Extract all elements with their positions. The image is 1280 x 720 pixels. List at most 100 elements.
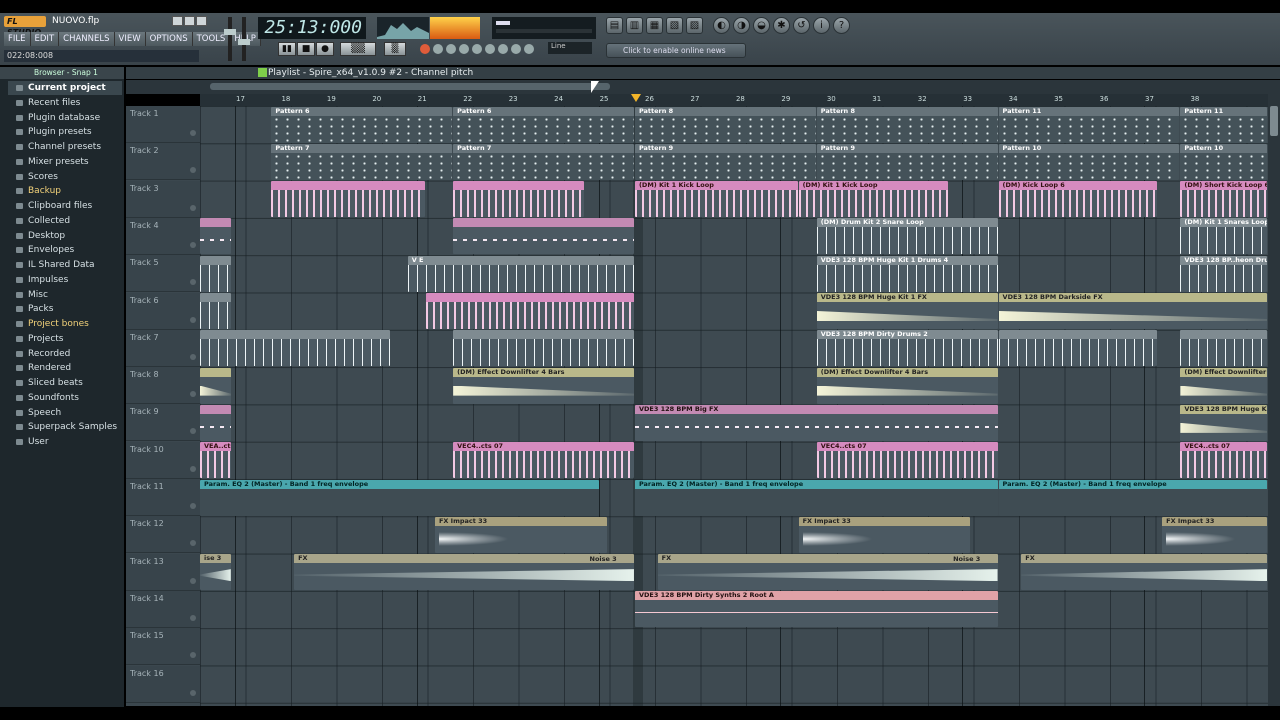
pause-button[interactable]: ▮▮ (278, 42, 296, 56)
playlist-clip[interactable] (200, 255, 231, 292)
playlist-clip[interactable]: VDE3 128 BPM Darkside FX (998, 293, 1267, 329)
track-header[interactable]: Track 16 (126, 665, 200, 703)
playlist-clip[interactable]: VEA..cts 07 (200, 442, 231, 479)
h-scroll-thumb[interactable] (210, 83, 610, 90)
playlist-clip[interactable]: (DM) Kit 1 Kick Loop (798, 181, 948, 218)
track-header[interactable]: Track 14 (126, 590, 200, 628)
playlist-clip[interactable]: VDE3 128 BPM Big FX (634, 404, 998, 441)
browser-item[interactable]: Clipboard files (8, 199, 122, 213)
track-header[interactable]: Track 12 (126, 516, 200, 554)
playlist-icon[interactable]: ▤ (606, 17, 623, 34)
playlist-clip[interactable]: FX Impact 33 (434, 516, 607, 553)
loop-icon[interactable] (446, 44, 456, 54)
track-grip-icon[interactable] (190, 316, 196, 323)
step-icon[interactable] (485, 44, 495, 54)
playlist-clip[interactable]: (DM) Drum Kit 2 Snare Loop (816, 218, 998, 255)
playlist-clip[interactable] (271, 181, 425, 218)
playlist-clip[interactable]: VDE3 128 BPM Dirty Drums 2 (816, 330, 998, 367)
track-header[interactable]: Track 8 (126, 367, 200, 405)
menu-view[interactable]: VIEW (114, 32, 146, 46)
playlist-clip[interactable]: Pattern 10 (1180, 143, 1267, 180)
song-time-display[interactable]: 25:13:000 (258, 17, 366, 39)
playlist-clip[interactable]: Pattern 8 (634, 106, 816, 143)
playlist-clip[interactable]: Pattern 9 (634, 143, 816, 180)
playlist-clip[interactable]: Pattern 7 (271, 143, 453, 180)
browser-item[interactable]: Misc (8, 288, 122, 302)
track-header[interactable]: Track 5 (126, 255, 200, 293)
browser-item[interactable]: Superpack Samples (8, 420, 122, 434)
maximize-button[interactable] (184, 16, 195, 26)
track-header[interactable]: Track 2 (126, 143, 200, 181)
track-grip-icon[interactable] (190, 279, 196, 286)
playlist-clip[interactable]: VDE3 128 BPM Huge Kit 1 FX (816, 293, 998, 329)
record-button[interactable]: ● (316, 42, 334, 56)
playlist-clip[interactable] (200, 330, 390, 367)
track-grip-icon[interactable] (190, 130, 196, 136)
browser-item[interactable]: Mixer presets (8, 155, 122, 169)
browser-item[interactable]: Backup (8, 184, 122, 198)
playlist-clip[interactable]: Pattern 9 (816, 143, 998, 180)
playlist-clip[interactable] (1180, 330, 1267, 367)
main-volume-slider[interactable] (224, 17, 236, 61)
browser-item[interactable]: Impulses (8, 273, 122, 287)
playlist-clip[interactable]: Param. EQ 2 (Master) - Band 1 freq envel… (200, 479, 599, 516)
playlist-clip[interactable]: V E (407, 255, 634, 292)
minimize-button[interactable] (172, 16, 183, 26)
browser-item[interactable]: Speech (8, 406, 122, 420)
wait-icon[interactable] (498, 44, 508, 54)
track-header[interactable]: Track 4 (126, 217, 200, 255)
track-header[interactable]: Track 1 (126, 106, 200, 143)
playlist-clip[interactable] (200, 293, 231, 329)
playlist-clip[interactable]: Param. EQ 2 (Master) - Band 1 freq envel… (634, 479, 998, 516)
piano-roll-icon[interactable]: ▥ (626, 17, 643, 34)
render-icon[interactable]: ◒ (753, 17, 770, 34)
playlist-clip[interactable]: Param. EQ 2 (Master) - Band 1 freq envel… (998, 479, 1267, 516)
playlist-clip[interactable]: Pattern 6 (271, 106, 453, 143)
playlist-clip[interactable]: (DM) Effect Downlifter 4 Bars (816, 367, 998, 404)
main-pitch-slider[interactable] (238, 17, 250, 61)
browser-item[interactable]: Scores (8, 170, 122, 184)
online-news-button[interactable]: Click to enable online news (606, 43, 746, 58)
menu-edit[interactable]: EDIT (30, 32, 60, 46)
track-grip-icon[interactable] (190, 652, 196, 659)
playlist-clip[interactable]: Pattern 10 (998, 143, 1180, 180)
track-grip-icon[interactable] (190, 577, 196, 584)
browser-item[interactable]: Envelopes (8, 243, 122, 257)
track-header[interactable]: Track 15 (126, 628, 200, 666)
track-grip-icon[interactable] (190, 428, 196, 435)
track-grip-icon[interactable] (190, 167, 196, 174)
playlist-clip[interactable]: VEC4..cts 07 (453, 442, 634, 479)
track-grip-icon[interactable] (190, 353, 196, 360)
track-header[interactable]: Track 9 (126, 404, 200, 442)
menu-channels[interactable]: CHANNELS (59, 32, 115, 46)
stop-button[interactable]: ■ (297, 42, 315, 56)
snap-mode-select[interactable]: Line (548, 42, 592, 54)
track-header[interactable]: Track 7 (126, 329, 200, 367)
browser-item[interactable]: Project bones (8, 317, 122, 331)
playhead-marker[interactable] (631, 94, 641, 102)
help-icon[interactable]: ? (833, 17, 850, 34)
playlist-clip[interactable]: FX (1021, 554, 1267, 591)
playlist-clip[interactable]: FX Impact 33 (798, 516, 971, 553)
playlist-clip[interactable] (998, 330, 1157, 367)
browser-item[interactable]: Collected (8, 214, 122, 228)
playlist-clip[interactable]: (DM) Kit 1 Snares Loop (1180, 218, 1267, 255)
browser-item[interactable]: Projects (8, 332, 122, 346)
track-grip-icon[interactable] (190, 540, 196, 547)
browser-item[interactable]: Recent files (8, 96, 122, 110)
menu-options[interactable]: OPTIONS (145, 32, 193, 46)
playlist-clip[interactable] (200, 404, 231, 441)
browser-item[interactable]: Sliced beats (8, 376, 122, 390)
v-scroll-thumb[interactable] (1270, 106, 1278, 136)
overdub-icon[interactable] (524, 44, 534, 54)
tempo-display[interactable]: ▒ (384, 42, 406, 56)
playlist-clip[interactable] (453, 181, 584, 218)
browser-item[interactable]: Recorded (8, 347, 122, 361)
pattern-selector[interactable]: ▒▒ (340, 42, 376, 56)
playlist-clip[interactable]: Pattern 6 (453, 106, 634, 143)
playlist-clip[interactable]: VDE3 128 BP..heon Drums 2 (1180, 255, 1267, 292)
playlist-clip[interactable] (453, 330, 634, 367)
browser-item[interactable]: Packs (8, 302, 122, 316)
track-grip-icon[interactable] (190, 204, 196, 211)
playlist-clip[interactable]: VDE3 128 BPM Huge Kit 1 Drums 4 (816, 255, 998, 292)
